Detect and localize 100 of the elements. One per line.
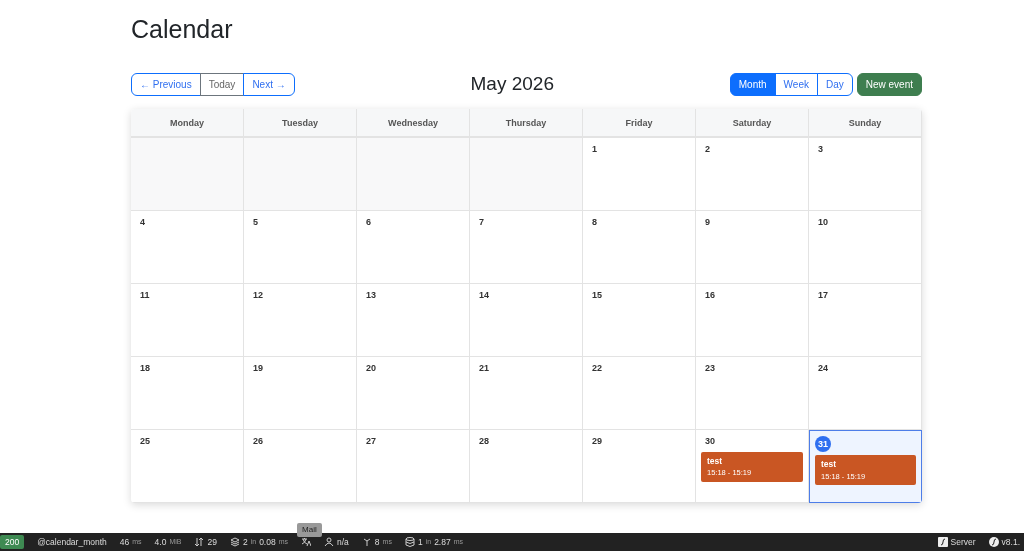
day-cell[interactable] bbox=[470, 138, 583, 211]
metric-value: 0.08 bbox=[259, 535, 276, 549]
day-cell[interactable]: 27 bbox=[357, 430, 470, 503]
day-cell[interactable]: 5 bbox=[244, 211, 357, 284]
day-cell[interactable]: 17 bbox=[809, 284, 922, 357]
event-title: test bbox=[707, 454, 724, 468]
new-event-button[interactable]: New event bbox=[856, 72, 922, 96]
day-cell[interactable]: 14 bbox=[470, 284, 583, 357]
tooltip: Mail bbox=[297, 523, 322, 537]
metric-value: 2 bbox=[242, 535, 248, 549]
branch-icon bbox=[361, 537, 372, 547]
day-cell[interactable]: 1 bbox=[583, 138, 696, 211]
day-cell[interactable] bbox=[244, 138, 357, 211]
view-tab[interactable]: Day bbox=[816, 72, 853, 96]
weekday-header: Wednesday bbox=[357, 109, 470, 138]
weekday-header: Saturday bbox=[696, 109, 809, 138]
day-cell[interactable]: 21 bbox=[470, 357, 583, 430]
nav-button[interactable]: ← Previous bbox=[131, 72, 201, 96]
day-number: 18 bbox=[139, 362, 151, 375]
day-number: 2 bbox=[704, 143, 711, 156]
logo-icon bbox=[988, 537, 999, 547]
day-number: 3 bbox=[817, 143, 824, 156]
day-cell[interactable]: 16 bbox=[696, 284, 809, 357]
metric-value: v8.1. bbox=[1001, 535, 1020, 549]
day-number: 30 bbox=[704, 435, 716, 448]
day-cell[interactable]: 6 bbox=[357, 211, 470, 284]
day-cell[interactable]: 23 bbox=[696, 357, 809, 430]
day-number: 16 bbox=[704, 289, 716, 302]
day-number: 27 bbox=[365, 435, 377, 448]
day-number: 13 bbox=[365, 289, 377, 302]
day-cell[interactable]: 7 bbox=[470, 211, 583, 284]
day-cell[interactable]: 22 bbox=[583, 357, 696, 430]
layers-icon bbox=[229, 537, 240, 547]
day-cell[interactable]: 13 bbox=[357, 284, 470, 357]
today-button[interactable]: Today bbox=[199, 72, 245, 96]
day-number: 31 bbox=[815, 436, 831, 452]
day-cell[interactable]: 19 bbox=[244, 357, 357, 430]
metric-value: Server bbox=[950, 535, 976, 549]
day-number: 17 bbox=[817, 289, 829, 302]
day-cell[interactable]: 11 bbox=[131, 284, 244, 357]
user-icon bbox=[324, 537, 335, 547]
day-number: 15 bbox=[591, 289, 603, 302]
translate-icon bbox=[301, 537, 312, 547]
day-cell[interactable] bbox=[357, 138, 470, 211]
day-cell[interactable]: 8 bbox=[583, 211, 696, 284]
day-number: 14 bbox=[478, 289, 490, 302]
metric-value: 4.0 bbox=[154, 535, 167, 549]
day-cell[interactable]: 18 bbox=[131, 357, 244, 430]
day-number: 28 bbox=[478, 435, 490, 448]
day-cell[interactable]: 15 bbox=[583, 284, 696, 357]
day-number: 26 bbox=[252, 435, 264, 448]
day-cell[interactable]: 25 bbox=[131, 430, 244, 503]
day-number: 6 bbox=[365, 216, 372, 229]
day-number: 11 bbox=[139, 289, 151, 302]
day-number: 29 bbox=[591, 435, 603, 448]
day-number: 20 bbox=[365, 362, 377, 375]
logo-icon bbox=[937, 537, 948, 547]
day-number: 12 bbox=[252, 289, 264, 302]
metric-value: 1 bbox=[417, 535, 423, 549]
weekday-header: Tuesday bbox=[244, 109, 357, 138]
metric-value: 29 bbox=[207, 535, 217, 549]
day-number: 22 bbox=[591, 362, 603, 375]
day-number: 19 bbox=[252, 362, 264, 375]
day-number: 24 bbox=[817, 362, 829, 375]
metric-value: 2.87 bbox=[434, 535, 451, 549]
weekday-header: Monday bbox=[131, 109, 244, 138]
status-code: 200 bbox=[0, 534, 25, 550]
page-title: Calendar bbox=[131, 14, 234, 44]
database-icon bbox=[404, 537, 415, 547]
weekday-header: Thursday bbox=[470, 109, 583, 138]
day-number: 7 bbox=[478, 216, 485, 229]
day-cell[interactable]: 10 bbox=[809, 211, 922, 284]
day-cell[interactable]: 28 bbox=[470, 430, 583, 503]
arrows-icon bbox=[194, 537, 205, 547]
day-cell[interactable]: 2 bbox=[696, 138, 809, 211]
metric-value: 8 bbox=[374, 535, 380, 549]
day-cell[interactable]: 12 bbox=[244, 284, 357, 357]
day-cell[interactable]: 9 bbox=[696, 211, 809, 284]
route-name: @calendar_month bbox=[37, 535, 107, 549]
metric-value: 46 bbox=[119, 535, 130, 549]
day-cell[interactable]: 20 bbox=[357, 357, 470, 430]
weekday-header: Friday bbox=[583, 109, 696, 138]
event-title: test bbox=[821, 458, 838, 471]
day-number: 4 bbox=[139, 216, 146, 229]
weekday-header: Sunday bbox=[809, 109, 922, 138]
day-number: 10 bbox=[817, 216, 829, 229]
day-cell[interactable]: 29 bbox=[583, 430, 696, 503]
day-cell[interactable]: 4 bbox=[131, 211, 244, 284]
day-number: 5 bbox=[252, 216, 259, 229]
day-number: 23 bbox=[704, 362, 716, 375]
day-cell[interactable]: 26 bbox=[244, 430, 357, 503]
day-cell[interactable]: 3 bbox=[809, 138, 922, 211]
period-title: May 2026 bbox=[470, 72, 554, 96]
view-tab[interactable]: Week bbox=[774, 72, 818, 96]
day-number: 9 bbox=[704, 216, 711, 229]
nav-button[interactable]: Next → bbox=[243, 72, 295, 96]
metric-value: n/a bbox=[337, 535, 349, 549]
view-tab[interactable]: Month bbox=[729, 72, 776, 96]
day-cell[interactable] bbox=[131, 138, 244, 211]
day-number: 21 bbox=[478, 362, 490, 375]
